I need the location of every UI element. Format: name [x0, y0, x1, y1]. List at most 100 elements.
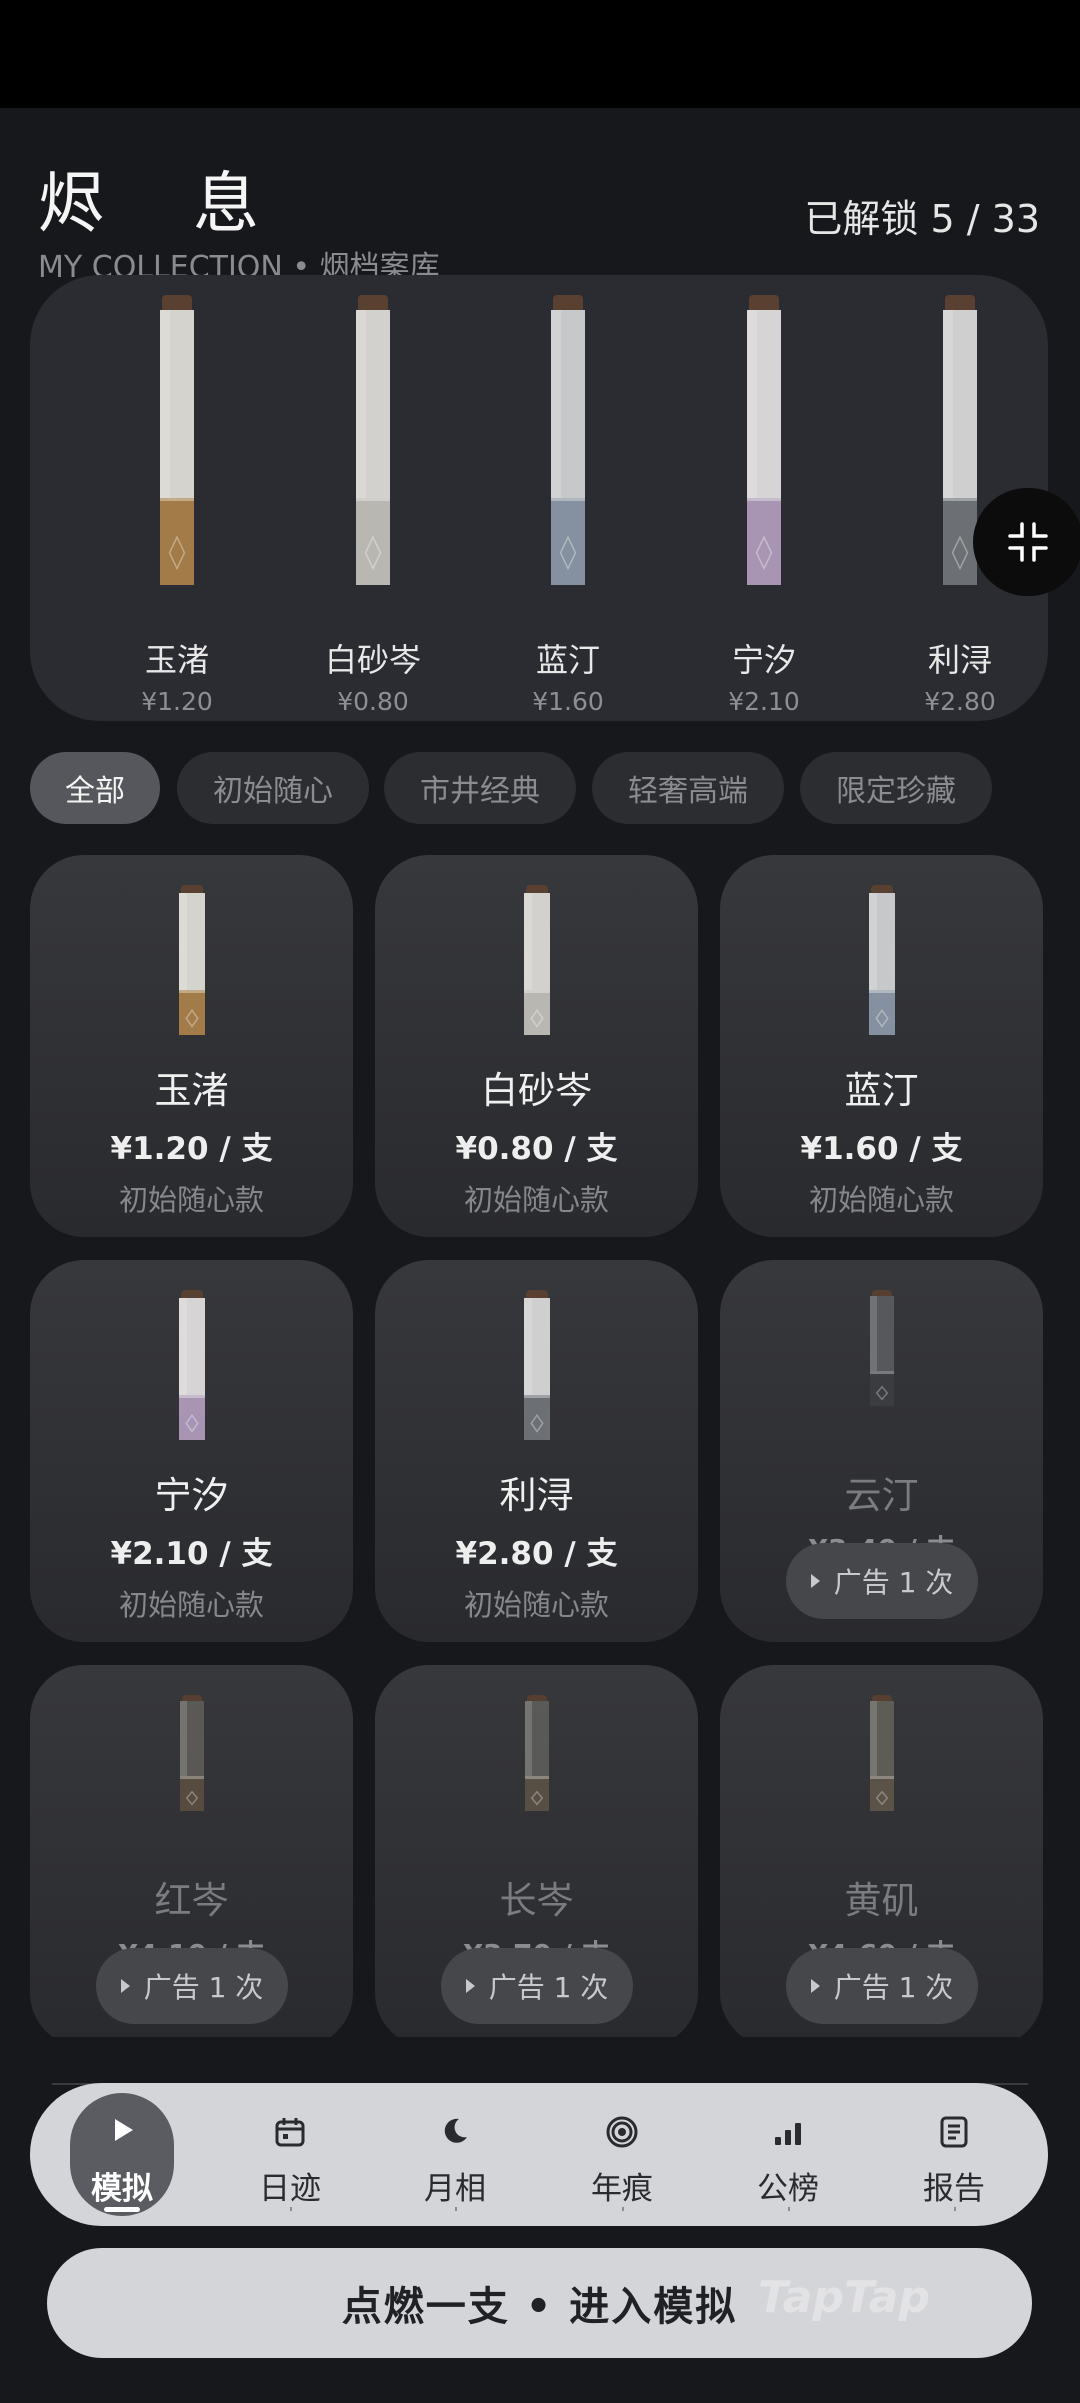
card-name: 蓝汀	[844, 1069, 919, 1112]
showcase-name: 白砂岑	[324, 641, 421, 679]
card-price: ¥1.20 / 支	[110, 1131, 273, 1167]
page-title: 烬 息	[38, 165, 293, 242]
showcase-price: ¥0.80	[337, 687, 409, 716]
cigarette-card[interactable]: 云汀 ¥3.40 / 支 广告 1 次	[720, 1260, 1043, 1642]
tab-play[interactable]: 模拟	[70, 2093, 174, 2216]
active-indicator	[104, 2207, 140, 2212]
tab-report[interactable]: 报告	[899, 2093, 1009, 2216]
card-price: ¥2.10 / 支	[110, 1536, 273, 1572]
tab-label: 日迹	[259, 2171, 321, 2207]
cigarette-image	[160, 295, 194, 589]
tab-dot	[622, 2207, 624, 2211]
card-tag: 初始随心款	[118, 1183, 264, 1217]
bottom-tab-bar: 模拟 日迹 月相 年痕 公榜 报告	[30, 2083, 1048, 2226]
filter-chip[interactable]: 全部	[30, 752, 160, 824]
tab-calendar[interactable]: 日迹	[235, 2093, 345, 2216]
cigarette-image	[523, 1290, 550, 1444]
tab-dot	[290, 2207, 292, 2211]
showcase-item[interactable]: 蓝汀 ¥1.60	[488, 295, 648, 716]
card-name: 云汀	[844, 1474, 919, 1517]
showcase-panel: 玉渚 ¥1.20 白砂岑 ¥0.80 蓝汀 ¥1.60 宁汐 ¥2.10 利浔 …	[30, 275, 1048, 721]
cigarette-card[interactable]: 红岑 ¥4.10 / 支 广告 1 次	[30, 1665, 353, 2037]
cigarette-card[interactable]: 玉渚 ¥1.20 / 支初始随心款	[30, 855, 353, 1237]
cigarette-image	[551, 295, 585, 589]
showcase-price: ¥1.20	[141, 687, 213, 716]
filter-chip[interactable]: 市井经典	[384, 752, 576, 824]
showcase-name: 玉渚	[144, 641, 209, 679]
card-name: 黄矶	[844, 1879, 919, 1922]
card-name: 玉渚	[154, 1069, 229, 1112]
card-tag: 初始随心款	[463, 1183, 609, 1217]
ad-label: 广告 1 次	[488, 1971, 609, 2004]
play-icon	[810, 1979, 820, 1993]
bars-icon	[771, 2115, 805, 2153]
unlock-count: 已解锁 5 / 33	[804, 197, 1040, 241]
card-name: 白砂岑	[481, 1069, 592, 1112]
calendar-icon	[273, 2115, 307, 2153]
cigarette-image	[356, 295, 390, 589]
showcase-item[interactable]: 白砂岑 ¥0.80	[293, 295, 453, 716]
rings-icon	[605, 2115, 639, 2153]
showcase-item[interactable]: 玉渚 ¥1.20	[97, 295, 257, 716]
collapse-button[interactable]	[973, 488, 1080, 596]
tab-bars[interactable]: 公榜	[733, 2093, 843, 2216]
tab-dot	[788, 2207, 790, 2211]
card-price: ¥0.80 / 支	[455, 1131, 618, 1167]
tab-label: 月相	[424, 2171, 486, 2207]
cigarette-image	[943, 295, 977, 589]
ad-label: 广告 1 次	[143, 1971, 264, 2004]
tab-label: 年痕	[591, 2171, 653, 2207]
watch-ad-button[interactable]: 广告 1 次	[441, 1948, 633, 2024]
cigarette-grid: 玉渚 ¥1.20 / 支初始随心款 白砂岑 ¥0.80 / 支初始随心款 蓝汀 …	[30, 855, 1050, 2037]
moon-icon	[439, 2115, 471, 2151]
card-name: 长岑	[499, 1879, 574, 1922]
showcase-name: 蓝汀	[535, 641, 600, 679]
filter-chip[interactable]: 轻奢高端	[592, 752, 784, 824]
cigarette-image	[747, 295, 781, 589]
showcase-name: 宁汐	[731, 641, 796, 679]
tab-dot	[455, 2207, 457, 2211]
collapse-icon	[1008, 522, 1048, 562]
tab-moon[interactable]: 月相	[400, 2093, 510, 2216]
cigarette-card[interactable]: 利浔 ¥2.80 / 支初始随心款	[375, 1260, 698, 1642]
cigarette-image	[523, 885, 550, 1039]
card-tag: 初始随心款	[463, 1588, 609, 1622]
tab-rings[interactable]: 年痕	[567, 2093, 677, 2216]
card-name: 利浔	[499, 1474, 574, 1517]
cigarette-card[interactable]: 白砂岑 ¥0.80 / 支初始随心款	[375, 855, 698, 1237]
status-bar	[0, 0, 1080, 108]
play-icon	[465, 1979, 475, 1993]
tab-label: 报告	[923, 2171, 985, 2207]
cigarette-image	[868, 885, 895, 1039]
play-icon	[810, 1574, 820, 1588]
card-name: 宁汐	[154, 1474, 229, 1517]
cigarette-image	[869, 1290, 894, 1410]
cigarette-card[interactable]: 宁汐 ¥2.10 / 支初始随心款	[30, 1260, 353, 1642]
tab-label: 公榜	[757, 2171, 819, 2207]
card-price: ¥2.80 / 支	[455, 1536, 618, 1572]
showcase-price: ¥1.60	[532, 687, 604, 716]
cigarette-image	[869, 1695, 894, 1815]
card-price: ¥1.60 / 支	[800, 1131, 963, 1167]
watch-ad-button[interactable]: 广告 1 次	[96, 1948, 288, 2024]
tab-label: 模拟	[91, 2171, 153, 2207]
cigarette-image	[178, 885, 205, 1039]
showcase-name: 利浔	[927, 641, 992, 679]
cigarette-card[interactable]: 蓝汀 ¥1.60 / 支初始随心款	[720, 855, 1043, 1237]
cigarette-image	[524, 1695, 549, 1815]
ad-label: 广告 1 次	[833, 1971, 954, 2004]
showcase-price: ¥2.10	[728, 687, 800, 716]
tab-dot	[954, 2207, 956, 2211]
filter-chip[interactable]: 初始随心	[177, 752, 369, 824]
watch-ad-button[interactable]: 广告 1 次	[786, 1543, 978, 1619]
report-icon	[938, 2115, 970, 2153]
card-name: 红岑	[154, 1879, 229, 1922]
showcase-item[interactable]: 宁汐 ¥2.10	[684, 295, 844, 716]
filter-chip[interactable]: 限定珍藏	[800, 752, 992, 824]
play-icon	[120, 1979, 130, 1993]
cigarette-card[interactable]: 长岑 ¥3.70 / 支 广告 1 次	[375, 1665, 698, 2037]
showcase-price: ¥2.80	[924, 687, 996, 716]
cigarette-card[interactable]: 黄矶 ¥4.60 / 支 广告 1 次	[720, 1665, 1043, 2037]
watermark: TapTap	[758, 2272, 930, 2323]
watch-ad-button[interactable]: 广告 1 次	[786, 1948, 978, 2024]
